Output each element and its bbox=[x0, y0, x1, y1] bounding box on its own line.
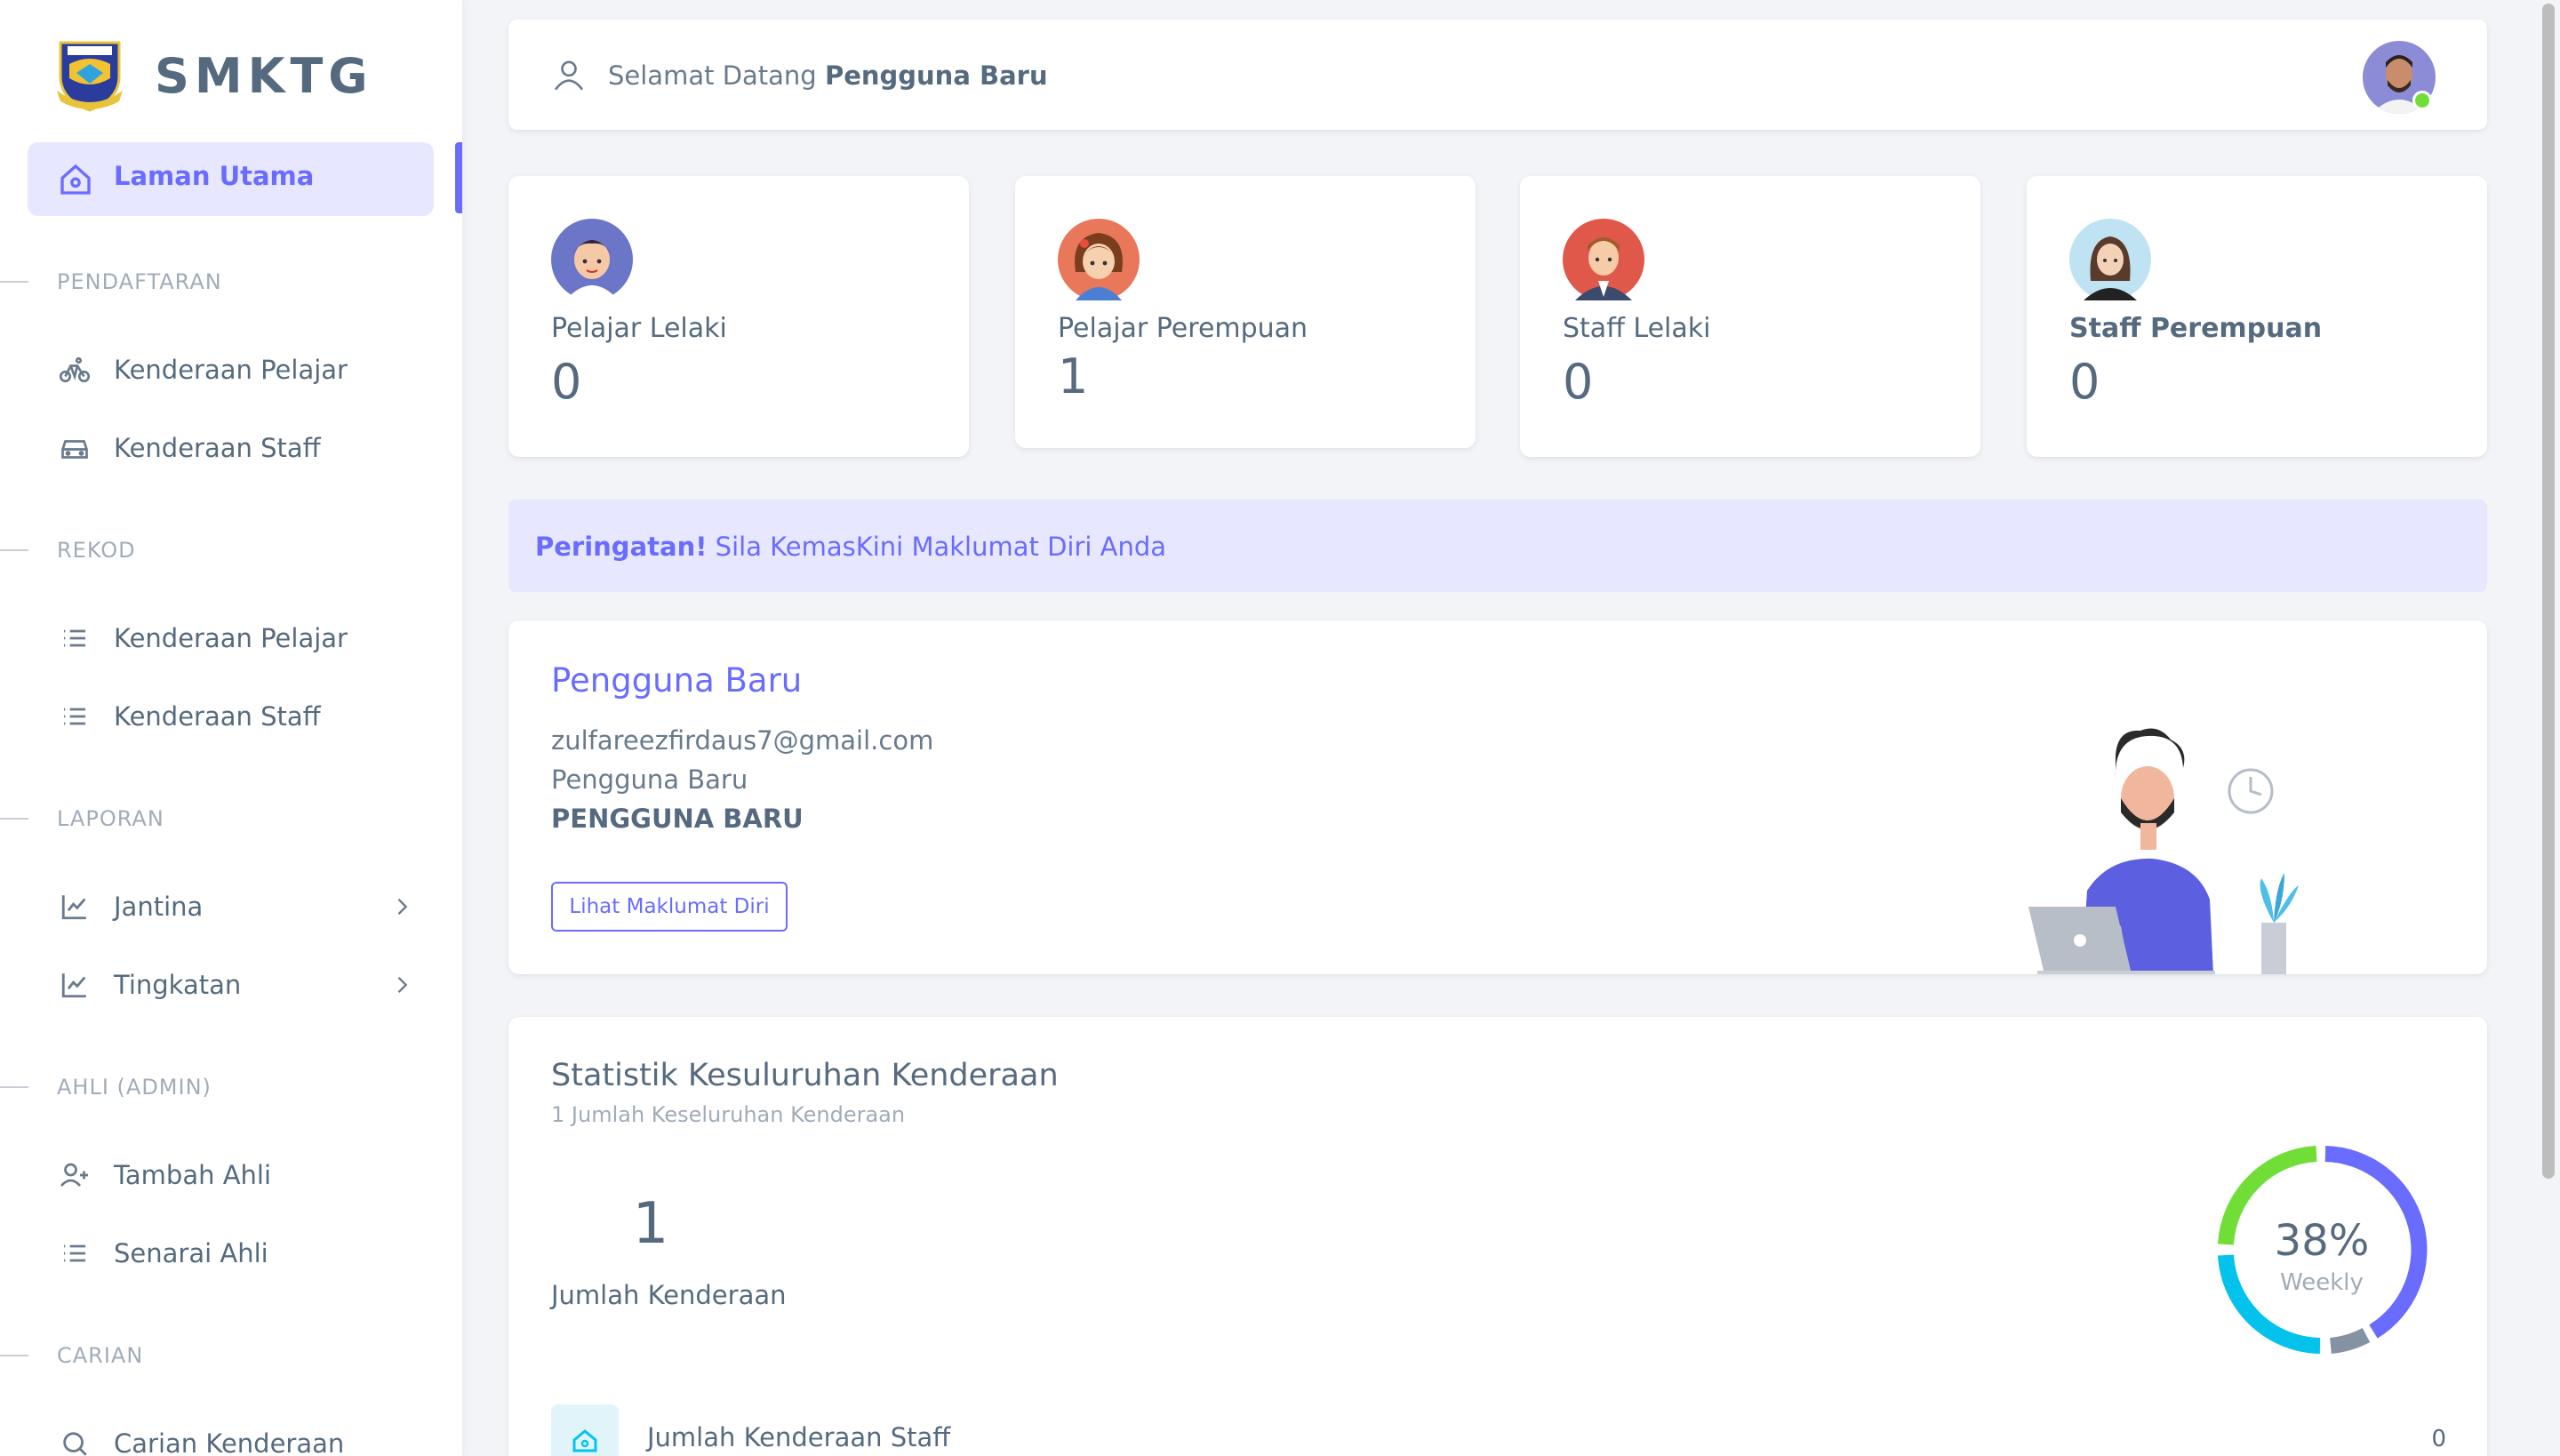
sidebar-item-label: Laman Utama bbox=[114, 161, 315, 191]
stat-value: 0 bbox=[1563, 354, 1594, 410]
sidebar-item-laman-utama[interactable]: Laman Utama bbox=[28, 142, 434, 216]
vehicle-statistics-card: Statistik Kesuluruhan Kenderaan 1 Jumlah… bbox=[508, 1017, 2487, 1456]
sidebar-item-senarai-ahli[interactable]: Senarai Ahli bbox=[57, 1234, 268, 1273]
staff-vehicle-value: 0 bbox=[2431, 1426, 2446, 1452]
sidebar-item-kenderaan-staff[interactable]: Kenderaan Staff bbox=[57, 428, 321, 468]
view-profile-button[interactable]: Lihat Maklumat Diri bbox=[551, 882, 788, 932]
stat-value: 1 bbox=[1058, 348, 1089, 404]
home-icon bbox=[572, 1429, 597, 1452]
total-vehicles-label: Jumlah Kenderaan bbox=[551, 1280, 787, 1310]
home-icon bbox=[60, 164, 91, 195]
woman-avatar-icon bbox=[2069, 219, 2151, 300]
bicycle-icon bbox=[57, 352, 92, 388]
school-crest-icon bbox=[57, 41, 123, 112]
statistics-title: Statistik Kesuluruhan Kenderaan bbox=[551, 1058, 1059, 1093]
stat-card-pelajar-perempuan: Pelajar Perempuan 1 bbox=[1015, 176, 1476, 448]
chevron-right-icon[interactable] bbox=[389, 972, 414, 997]
sidebar-item-kenderaan-pelajar[interactable]: Kenderaan Pelajar bbox=[57, 350, 348, 389]
brand[interactable]: SMKTG bbox=[55, 37, 373, 114]
chart-line-icon bbox=[57, 889, 92, 924]
stat-value: 0 bbox=[2069, 354, 2100, 410]
statistics-subtitle: 1 Jumlah Keseluruhan Kenderaan bbox=[551, 1102, 906, 1127]
top-navbar: Selamat Datang Pengguna Baru bbox=[508, 20, 2487, 130]
welcome-text: Selamat Datang Pengguna Baru bbox=[608, 60, 1048, 91]
sidebar-item-tingkatan[interactable]: Tingkatan bbox=[57, 965, 241, 1004]
section-header-rekod: REKOD bbox=[0, 537, 136, 564]
scrollbar-thumb[interactable] bbox=[2542, 4, 2555, 1179]
profile-role-upper: PENGGUNA BARU bbox=[551, 804, 804, 834]
sidebar: SMKTG Laman Utama PENDAFTARAN Kenderaan … bbox=[0, 0, 462, 1456]
user-plus-icon bbox=[57, 1157, 92, 1193]
weekly-label: Weekly bbox=[2280, 1269, 2364, 1296]
online-status-dot bbox=[2412, 91, 2432, 110]
profile-name: Pengguna Baru bbox=[551, 661, 803, 700]
section-header-laporan: LAPORAN bbox=[0, 805, 164, 832]
active-indicator bbox=[455, 142, 462, 213]
girl-avatar-icon bbox=[1058, 219, 1140, 300]
section-header-ahli: AHLI (ADMIN) bbox=[0, 1074, 212, 1100]
profile-role: Pengguna Baru bbox=[551, 764, 748, 795]
car-icon bbox=[57, 430, 92, 466]
stat-card-pelajar-lelaki: Pelajar Lelaki 0 bbox=[508, 176, 969, 457]
welcome-user-name: Pengguna Baru bbox=[824, 60, 1048, 91]
stat-card-staff-perempuan: Staff Perempuan 0 bbox=[2027, 176, 2487, 457]
search-icon bbox=[57, 1426, 92, 1456]
chart-line-icon bbox=[57, 967, 92, 1003]
list-icon bbox=[57, 1236, 92, 1271]
total-vehicles-value: 1 bbox=[632, 1191, 669, 1257]
boy-avatar-icon bbox=[551, 219, 633, 300]
warning-alert: Peringatan! Sila KemasKini Maklumat Diri… bbox=[508, 500, 2487, 592]
weekly-percent: 38% bbox=[2274, 1216, 2370, 1266]
list-icon bbox=[57, 620, 92, 656]
page-scrollbar[interactable] bbox=[2537, 0, 2560, 1456]
stat-value: 0 bbox=[551, 354, 582, 410]
profile-card: Pengguna Baru zulfareezfirdaus7@gmail.co… bbox=[508, 620, 2487, 974]
profile-email: zulfareezfirdaus7@gmail.com bbox=[551, 725, 934, 756]
alert-message: Sila KemasKini Maklumat Diri Anda bbox=[715, 532, 1167, 562]
section-header-carian: CARIAN bbox=[0, 1342, 143, 1369]
stat-card-staff-lelaki: Staff Lelaki 0 bbox=[1520, 176, 1980, 457]
user-icon bbox=[554, 60, 584, 91]
sidebar-item-tambah-ahli[interactable]: Tambah Ahli bbox=[57, 1156, 271, 1195]
staff-vehicle-label: Jumlah Kenderaan Staff bbox=[647, 1422, 951, 1452]
staff-vehicle-icon-box bbox=[551, 1404, 619, 1456]
brand-name: SMKTG bbox=[155, 47, 373, 104]
section-header-pendaftaran: PENDAFTARAN bbox=[0, 268, 222, 295]
list-icon bbox=[57, 699, 92, 734]
man-with-laptop-illustration bbox=[2028, 728, 2299, 974]
man-avatar-icon bbox=[1563, 219, 1644, 300]
alert-title: Peringatan! bbox=[535, 532, 708, 562]
sidebar-item-rekod-kenderaan-staff[interactable]: Kenderaan Staff bbox=[57, 697, 321, 736]
sidebar-item-carian-kenderaan[interactable]: Carian Kenderaan bbox=[57, 1424, 344, 1456]
sidebar-item-jantina[interactable]: Jantina bbox=[57, 887, 203, 926]
chevron-right-icon[interactable] bbox=[389, 894, 414, 919]
sidebar-item-rekod-kenderaan-pelajar[interactable]: Kenderaan Pelajar bbox=[57, 619, 348, 658]
